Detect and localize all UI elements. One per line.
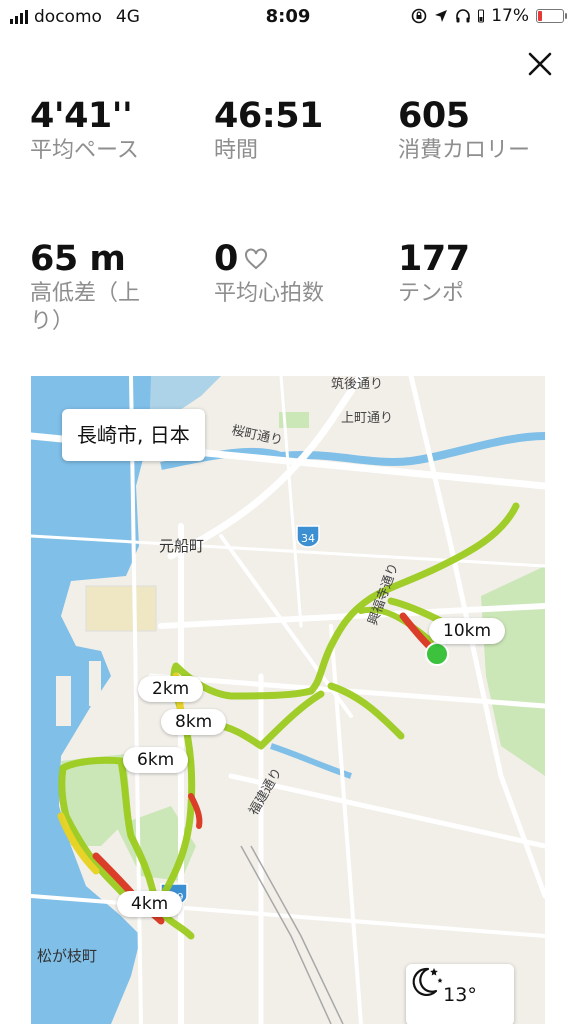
km-marker-10: 10km <box>429 618 506 644</box>
temperature: 13° <box>443 984 477 1006</box>
pace-value: 4'41'' <box>30 96 133 136</box>
weather-badge: 13° <box>406 964 514 1024</box>
duration-label: 時間 <box>214 138 259 163</box>
start-marker <box>425 642 449 666</box>
pace-label: 平均ペース <box>30 138 139 163</box>
km-marker-4: 4km <box>117 891 183 917</box>
elevation-value: 65 m <box>30 239 126 279</box>
stat-cadence: 177 テンポ <box>398 238 576 308</box>
map-label-chikugo: 筑後通り <box>331 376 383 392</box>
stat-pace: 4'41'' 平均ペース <box>30 95 210 165</box>
route-map[interactable]: 34 499 元船町 松が枝町 筑後通り 上町通り 桜町通 <box>31 376 545 1024</box>
close-icon <box>528 52 552 76</box>
svg-text:34: 34 <box>301 532 315 545</box>
bluetooth-battery-icon <box>478 9 485 23</box>
map-label-kamimachi: 上町通り <box>341 411 393 426</box>
battery-percent: 17% <box>491 6 529 26</box>
stat-duration: 46:51 時間 <box>214 95 394 165</box>
stat-calories: 605 消費カロリー <box>398 95 558 165</box>
km-marker-6: 6km <box>123 747 189 773</box>
location-arrow-icon <box>435 10 448 22</box>
park-area <box>481 566 545 776</box>
status-right: 17% <box>411 6 567 26</box>
calories-value: 605 <box>398 96 470 136</box>
cadence-label: テンポ <box>398 281 465 306</box>
map-canvas: 34 499 元船町 松が枝町 筑後通り 上町通り 桜町通 <box>31 376 545 1024</box>
map-label-fukken: 福建通り <box>246 765 285 818</box>
headphones-icon <box>456 9 471 23</box>
close-button[interactable] <box>524 48 556 80</box>
heart-rate-value: 0 <box>214 239 238 279</box>
route-34-shield: 34 <box>296 525 320 548</box>
duration-value: 46:51 <box>214 96 323 136</box>
stat-elevation: 65 m 高低差（上り） <box>30 238 160 336</box>
status-bar: docomo 4G 8:09 17% <box>0 0 576 34</box>
route-segment-red <box>399 612 433 650</box>
map-label-sakuramachi: 桜町通り <box>230 423 284 448</box>
elevation-label: 高低差（上り） <box>30 281 141 334</box>
map-label-matsugaemachi: 松が枝町 <box>37 947 97 965</box>
cadence-value: 177 <box>398 239 470 279</box>
calories-label: 消費カロリー <box>398 138 531 163</box>
moon-stars-icon <box>412 967 443 996</box>
map-label-motofunamachi: 元船町 <box>159 537 204 555</box>
rotation-lock-icon <box>411 8 427 24</box>
heart-icon <box>244 248 267 270</box>
km-marker-8: 8km <box>161 709 227 735</box>
km-marker-2: 2km <box>138 676 204 702</box>
heart-rate-label: 平均心拍数 <box>214 281 325 306</box>
heart-rate-row: 0 <box>214 238 394 280</box>
battery-icon <box>536 9 567 23</box>
location-card: 長崎市, 日本 <box>62 409 205 461</box>
stat-heart-rate: 0 平均心拍数 <box>214 238 394 308</box>
